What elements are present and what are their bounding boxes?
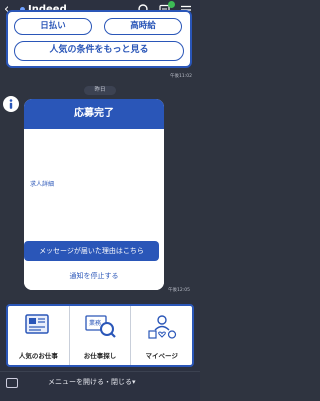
menu-item-mypage[interactable]: マイページ [131, 306, 192, 365]
menu-item-popular-jobs[interactable]: 人気のお仕事 [8, 306, 70, 365]
menu-toggle-label[interactable]: メニューを開ける・閉じる▾ [48, 377, 178, 387]
date-divider: 昨日 [84, 86, 116, 95]
menu-label-popular-jobs: 人気のお仕事 [18, 352, 58, 360]
menu-toggle-bar[interactable]: メニューを開ける・閉じる▾ [0, 371, 200, 401]
rich-menu-grid: 人気のお仕事 業務 お仕事探し マイページ [6, 304, 194, 367]
mypage-icon [148, 315, 177, 339]
message-reason-button[interactable]: メッセージが届いた理由はこちら [24, 241, 159, 261]
menu-item-job-search[interactable]: 業務 お仕事探し [70, 306, 132, 365]
search-job-icon: 業務 [85, 315, 116, 338]
previous-message-card: 日払い 高時給 人気の条件をもっと見る [6, 10, 192, 68]
more-conditions-button[interactable]: 人気の条件をもっと見る [14, 41, 184, 61]
notification-badge [168, 1, 175, 8]
card-timestamp: 午後12:05 [168, 288, 190, 293]
application-complete-card: 応募完了 求人詳細 メッセージが届いた理由はこちら 通知を停止する [24, 99, 164, 290]
card-body: 求人詳細 [24, 129, 164, 290]
stop-notification-link[interactable]: 通知を停止する [24, 271, 164, 281]
message-timestamp: 午後11:02 [170, 74, 192, 79]
search-job-icon-text: 業務 [89, 319, 101, 327]
high-hourly-button[interactable]: 高時給 [104, 18, 182, 35]
menu-label-mypage: マイページ [145, 352, 178, 360]
job-detail-label: 求人詳細 [30, 181, 55, 188]
keyboard-icon[interactable] [6, 378, 18, 388]
info-icon [3, 96, 19, 112]
card-title: 応募完了 [24, 99, 164, 129]
rich-menu: 人気のお仕事 業務 お仕事探し マイページ [0, 300, 200, 371]
daily-pay-button[interactable]: 日払い [14, 18, 92, 35]
indeed-avatar [3, 96, 19, 112]
menu-label-job-search: お仕事探し [83, 352, 117, 360]
job-list-icon [25, 314, 49, 334]
